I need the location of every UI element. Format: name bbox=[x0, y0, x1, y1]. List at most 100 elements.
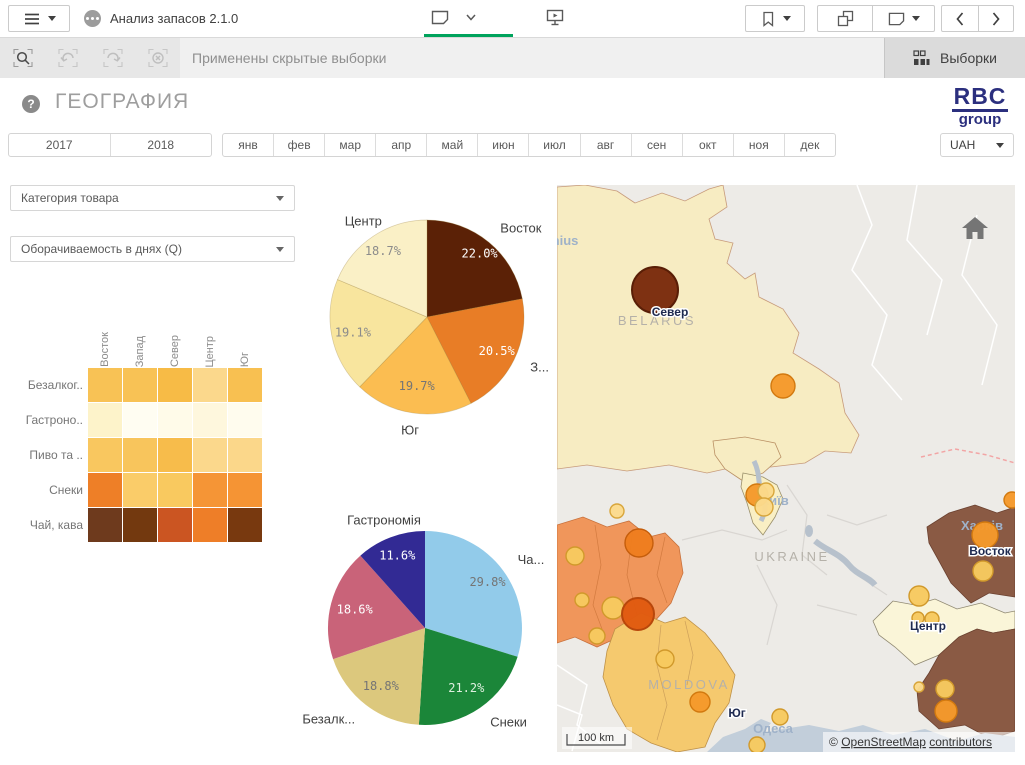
map-bubble[interactable] bbox=[1004, 492, 1015, 508]
heatmap-cell[interactable] bbox=[158, 403, 192, 437]
logo-text-rbc: RBC bbox=[952, 85, 1009, 112]
sheet-selector[interactable] bbox=[424, 0, 484, 34]
heatmap-cell[interactable] bbox=[158, 473, 192, 507]
map-bubble[interactable] bbox=[909, 586, 929, 606]
month-button[interactable]: сен bbox=[631, 134, 682, 156]
heatmap-cell[interactable] bbox=[158, 438, 192, 472]
month-button[interactable]: дек bbox=[784, 134, 835, 156]
clear-selections-button[interactable] bbox=[135, 47, 180, 69]
selections-panel-toggle[interactable]: Выборки bbox=[884, 38, 1025, 78]
year-button[interactable]: 2017 bbox=[9, 134, 110, 156]
heatmap-cell[interactable] bbox=[193, 438, 227, 472]
attribution-contributors-link[interactable]: contributors bbox=[929, 735, 992, 749]
map-bubble[interactable] bbox=[622, 598, 654, 630]
month-button[interactable]: авг bbox=[580, 134, 631, 156]
heatmap-row-label: Безалког.. bbox=[0, 368, 83, 403]
previous-sheet-button[interactable] bbox=[942, 6, 978, 31]
month-button[interactable]: май bbox=[426, 134, 477, 156]
heatmap-cell[interactable] bbox=[228, 403, 262, 437]
heatmap-cell[interactable] bbox=[123, 368, 157, 402]
presentation-button[interactable] bbox=[545, 0, 565, 34]
map-label: Центр bbox=[910, 619, 946, 633]
sheet-list-button[interactable] bbox=[872, 6, 934, 31]
svg-text:© OpenStreetMap contributors: © OpenStreetMap contributors bbox=[829, 735, 992, 749]
heatmap-cell[interactable] bbox=[88, 508, 122, 542]
chevron-down-icon bbox=[912, 16, 920, 21]
month-button[interactable]: мар bbox=[324, 134, 375, 156]
heatmap-cell[interactable] bbox=[193, 403, 227, 437]
next-sheet-button[interactable] bbox=[978, 6, 1014, 31]
map-bubble[interactable] bbox=[749, 737, 765, 752]
pie-value-label: 11.6% bbox=[379, 549, 416, 563]
duplicate-sheet-button[interactable] bbox=[818, 6, 872, 31]
category-dropdown[interactable]: Категория товара bbox=[10, 185, 295, 211]
pie-slice-label: Ча... bbox=[518, 552, 545, 567]
month-button[interactable]: июл bbox=[528, 134, 579, 156]
selections-panel-label: Выборки bbox=[940, 50, 997, 66]
month-button[interactable]: апр bbox=[375, 134, 426, 156]
heatmap-cell[interactable] bbox=[228, 438, 262, 472]
smart-search-button[interactable] bbox=[0, 47, 45, 69]
map-bubble[interactable] bbox=[602, 597, 624, 619]
heatmap-cell[interactable] bbox=[158, 368, 192, 402]
heatmap-cell[interactable] bbox=[228, 368, 262, 402]
map-bubble[interactable] bbox=[771, 374, 795, 398]
duplicate-icon bbox=[836, 9, 855, 28]
chevron-left-icon bbox=[955, 11, 965, 27]
heatmap-column-label: Восток bbox=[88, 325, 123, 367]
pie-slice-label: Гастрономія bbox=[347, 513, 421, 528]
sheet-icon bbox=[430, 9, 450, 26]
heatmap-cell[interactable] bbox=[123, 473, 157, 507]
map-bubble[interactable] bbox=[755, 498, 773, 516]
step-back-button[interactable] bbox=[45, 47, 90, 69]
month-button[interactable]: окт bbox=[682, 134, 733, 156]
heatmap-cell[interactable] bbox=[228, 473, 262, 507]
month-button[interactable]: ноя bbox=[733, 134, 784, 156]
map-bubble[interactable] bbox=[935, 700, 957, 722]
map-bubble[interactable] bbox=[656, 650, 674, 668]
map-bubble[interactable] bbox=[566, 547, 584, 565]
heatmap-cell[interactable] bbox=[193, 368, 227, 402]
map-bubble[interactable] bbox=[575, 593, 589, 607]
turnover-dropdown[interactable]: Оборачиваемость в днях (Q) bbox=[10, 236, 295, 262]
selections-bar: Применены скрытые выборки Выборки bbox=[0, 38, 1025, 78]
map-bubble[interactable] bbox=[758, 483, 774, 499]
app-menu-button[interactable] bbox=[8, 5, 70, 32]
heatmap-cell[interactable] bbox=[193, 508, 227, 542]
map-bubble[interactable] bbox=[772, 709, 788, 725]
step-forward-button[interactable] bbox=[90, 47, 135, 69]
heatmap-cell[interactable] bbox=[88, 438, 122, 472]
heatmap-cell[interactable] bbox=[123, 438, 157, 472]
heatmap-cell[interactable] bbox=[88, 473, 122, 507]
map-bubble[interactable] bbox=[690, 692, 710, 712]
chevron-down-icon bbox=[276, 247, 284, 252]
heatmap-cell[interactable] bbox=[158, 508, 192, 542]
sheet-icon bbox=[887, 11, 906, 27]
map-bubble[interactable] bbox=[973, 561, 993, 581]
pie-value-label: 22.0% bbox=[462, 247, 499, 261]
heatmap-cell[interactable] bbox=[88, 368, 122, 402]
help-button[interactable]: ? bbox=[22, 95, 40, 113]
map-label: Одеса bbox=[753, 721, 793, 736]
pie-slice-label: З... bbox=[530, 360, 549, 375]
bookmarks-button[interactable] bbox=[745, 5, 805, 32]
geo-bubble-map[interactable]: niusКиївХарківОдеса BELARUSUKRAINEMOLDOV… bbox=[557, 185, 1015, 752]
currency-dropdown[interactable]: UAH bbox=[940, 133, 1014, 157]
heatmap-cell[interactable] bbox=[123, 403, 157, 437]
map-bubble[interactable] bbox=[914, 682, 924, 692]
map-label: MOLDOVA bbox=[648, 677, 730, 692]
month-button[interactable]: июн bbox=[477, 134, 528, 156]
heatmap-cell[interactable] bbox=[193, 473, 227, 507]
heatmap-cell[interactable] bbox=[123, 508, 157, 542]
month-button[interactable]: фев bbox=[273, 134, 324, 156]
heatmap-cell[interactable] bbox=[88, 403, 122, 437]
heatmap-column-label: Запад bbox=[123, 325, 158, 367]
attribution-osm-link[interactable]: OpenStreetMap bbox=[841, 735, 926, 749]
map-bubble[interactable] bbox=[610, 504, 624, 518]
map-bubble[interactable] bbox=[936, 680, 954, 698]
heatmap-cell[interactable] bbox=[228, 508, 262, 542]
map-bubble[interactable] bbox=[625, 529, 653, 557]
year-button[interactable]: 2018 bbox=[110, 134, 212, 156]
map-bubble[interactable] bbox=[589, 628, 605, 644]
month-button[interactable]: янв bbox=[223, 134, 273, 156]
